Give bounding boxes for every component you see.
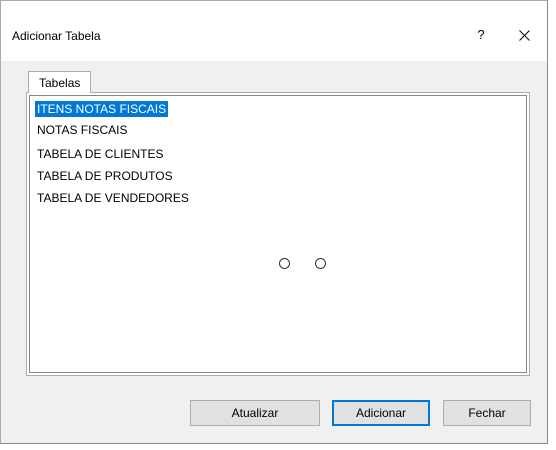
close-window-button[interactable] <box>507 21 541 49</box>
help-button[interactable]: ? <box>466 21 496 49</box>
add-button[interactable]: Adicionar <box>332 400 430 426</box>
list-item-notas-fiscais[interactable]: NOTAS FISCAIS <box>35 122 129 138</box>
refresh-button[interactable]: Atualizar <box>190 400 320 426</box>
table-listbox[interactable]: ITENS NOTAS FISCAIS NOTAS FISCAIS TABELA… <box>29 95 527 373</box>
list-item-tabela-de-clientes[interactable]: TABELA DE CLIENTES <box>35 146 166 162</box>
add-table-dialog: Adicionar Tabela ? Tabelas ITENS NOTAS F… <box>0 0 548 444</box>
list-item-tabela-de-produtos[interactable]: TABELA DE PRODUTOS <box>35 168 175 184</box>
busy-indicator-icon <box>279 256 331 272</box>
close-icon <box>519 30 530 41</box>
tab-label: Tabelas <box>39 76 81 90</box>
list-item-itens-notas-fiscais[interactable]: ITENS NOTAS FISCAIS <box>35 101 169 117</box>
dialog-title: Adicionar Tabela <box>12 29 101 43</box>
list-item-tabela-de-vendedores[interactable]: TABELA DE VENDEDORES <box>35 190 191 206</box>
close-button[interactable]: Fechar <box>443 400 531 426</box>
busy-dot-icon <box>315 258 326 269</box>
title-bar: Adicionar Tabela ? <box>1 1 547 61</box>
busy-dot-icon <box>279 258 290 269</box>
tab-tabelas[interactable]: Tabelas <box>28 71 91 93</box>
help-icon: ? <box>477 27 485 42</box>
